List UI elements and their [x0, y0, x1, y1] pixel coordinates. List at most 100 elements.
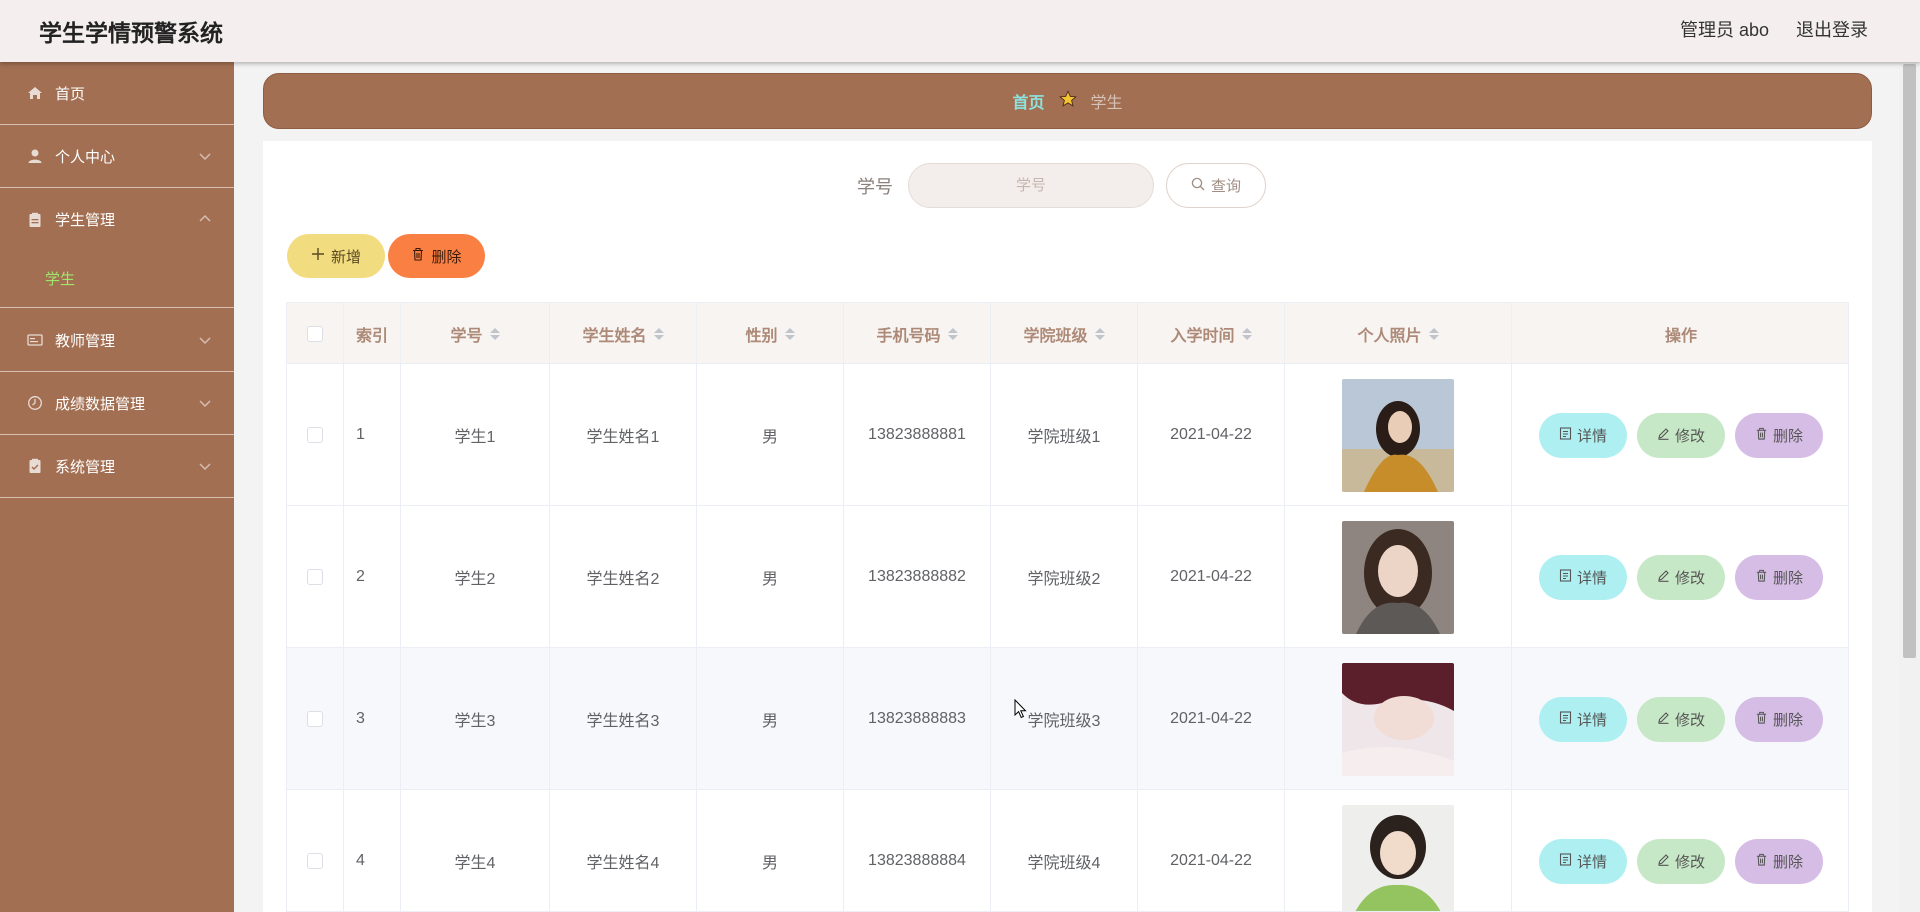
star-icon [1058, 89, 1077, 113]
select-all-checkbox[interactable] [307, 325, 323, 342]
cell-enroll-date: 2021-04-22 [1138, 790, 1285, 911]
cell-phone: 13823888882 [844, 506, 991, 648]
document-icon [1559, 568, 1572, 586]
sidebar-item-student-management[interactable]: 学生管理 [0, 188, 234, 251]
sidebar-item-label: 学生管理 [55, 212, 116, 229]
home-icon [27, 85, 43, 101]
column-header: 索引 [344, 303, 401, 364]
detail-button[interactable]: 详情 [1539, 838, 1627, 884]
column-header-label: 索引 [355, 327, 388, 345]
table-header: 索引 学号 学生姓名 性别 手机号码 学院班级 入学时间 个人照片 操作 [287, 303, 1848, 364]
detail-button[interactable]: 详情 [1539, 412, 1627, 458]
logout-link[interactable]: 退出登录 [1796, 16, 1868, 42]
delete-row-button[interactable]: 删除 [1735, 696, 1823, 742]
cell-class: 学院班级3 [991, 648, 1138, 790]
edit-button[interactable]: 修改 [1637, 412, 1725, 458]
document-icon [1559, 426, 1572, 444]
sort-icon[interactable] [1241, 327, 1252, 340]
column-header[interactable]: 手机号码 [844, 303, 991, 364]
sort-icon[interactable] [947, 327, 958, 340]
column-header-label: 学号 [450, 327, 483, 345]
delete-row-button[interactable]: 删除 [1735, 554, 1823, 600]
delete-row-label: 删除 [1772, 569, 1803, 587]
column-header-label: 个人照片 [1357, 327, 1422, 345]
sidebar-item-label: 个人中心 [55, 148, 116, 166]
column-header-label: 学生姓名 [582, 327, 647, 345]
edit-button-label: 修改 [1674, 569, 1705, 587]
column-header[interactable]: 学生姓名 [550, 303, 697, 364]
student-no-search-input[interactable] [908, 163, 1154, 208]
card-icon [27, 332, 43, 348]
student-photo [1342, 378, 1454, 492]
cell-student-no: 学生4 [401, 790, 550, 911]
chevron-down-icon [199, 337, 211, 345]
sidebar: 首页 个人中心 学生管理 学生 教师管理 成绩数据管理 系统管理 [0, 62, 234, 912]
sort-icon[interactable] [653, 327, 664, 340]
batch-delete-button[interactable]: 删除 [388, 234, 485, 278]
edit-button[interactable]: 修改 [1637, 554, 1725, 600]
cell-gender: 男 [697, 790, 844, 911]
delete-row-label: 删除 [1772, 853, 1803, 871]
column-header[interactable]: 学院班级 [991, 303, 1138, 364]
plus-icon [311, 247, 325, 265]
edit-button[interactable]: 修改 [1637, 838, 1725, 884]
query-button[interactable]: 查询 [1166, 163, 1266, 208]
sidebar-item-teacher-management[interactable]: 教师管理 [0, 309, 234, 372]
detail-button[interactable]: 详情 [1539, 554, 1627, 600]
column-header-label: 学院班级 [1023, 327, 1088, 345]
delete-row-button[interactable]: 删除 [1735, 412, 1823, 458]
edit-button[interactable]: 修改 [1637, 696, 1725, 742]
sort-icon[interactable] [1428, 327, 1439, 340]
row-checkbox[interactable] [307, 853, 323, 869]
pencil-icon [1657, 569, 1670, 586]
sort-icon[interactable] [489, 327, 500, 340]
admin-user-label[interactable]: 管理员 abo [1680, 16, 1769, 42]
page-scrollbar[interactable] [1899, 52, 1920, 912]
table-row: 1 学生1 学生姓名1 男 13823888881 学院班级1 2021-04-… [287, 364, 1848, 506]
cell-phone: 13823888884 [844, 790, 991, 911]
delete-row-label: 删除 [1772, 427, 1803, 445]
edit-button-label: 修改 [1674, 711, 1705, 729]
column-header[interactable]: 学号 [401, 303, 550, 364]
add-button[interactable]: 新增 [287, 234, 385, 278]
detail-button-label: 详情 [1576, 569, 1607, 587]
header-user-area: 管理员 abo 退出登录 [1680, 16, 1868, 42]
sidebar-subitem-student[interactable]: 学生 [0, 250, 234, 308]
breadcrumb: 首页 学生 [263, 73, 1872, 129]
cell-phone: 13823888881 [844, 364, 991, 506]
trash-icon [411, 247, 425, 265]
detail-button[interactable]: 详情 [1539, 696, 1627, 742]
sidebar-item-score-data-management[interactable]: 成绩数据管理 [0, 372, 234, 435]
cell-gender: 男 [697, 648, 844, 790]
delete-row-button[interactable]: 删除 [1735, 838, 1823, 884]
table-row: 4 学生4 学生姓名4 男 13823888884 学院班级4 2021-04-… [287, 790, 1848, 911]
column-header[interactable]: 个人照片 [1285, 303, 1512, 364]
chevron-up-icon [199, 214, 211, 222]
top-header: 学生学情预警系统 管理员 abo 退出登录 [0, 0, 1920, 62]
column-header: 操作 [1512, 303, 1848, 364]
cell-class: 学院班级2 [991, 506, 1138, 648]
clipboard-icon [27, 212, 43, 228]
chevron-down-icon [199, 153, 211, 161]
cell-enroll-date: 2021-04-22 [1138, 364, 1285, 506]
sort-icon[interactable] [784, 327, 795, 340]
delete-row-label: 删除 [1772, 711, 1803, 729]
column-header[interactable]: 性别 [697, 303, 844, 364]
row-checkbox[interactable] [307, 427, 323, 443]
document-icon [1559, 852, 1572, 870]
cell-index: 1 [344, 364, 401, 506]
column-header[interactable]: 入学时间 [1138, 303, 1285, 364]
trash-icon [1755, 853, 1768, 870]
document-icon [1559, 710, 1572, 728]
sidebar-item-system-management[interactable]: 系统管理 [0, 435, 234, 498]
scrollbar-thumb[interactable] [1903, 64, 1916, 658]
cell-index: 2 [344, 506, 401, 648]
sidebar-item-personal-center[interactable]: 个人中心 [0, 125, 234, 188]
cell-gender: 男 [697, 364, 844, 506]
row-checkbox[interactable] [307, 569, 323, 585]
breadcrumb-home[interactable]: 首页 [1012, 89, 1044, 113]
row-checkbox[interactable] [307, 711, 323, 727]
sort-icon[interactable] [1094, 327, 1105, 340]
pencil-icon [1657, 711, 1670, 728]
sidebar-item-home[interactable]: 首页 [0, 62, 234, 125]
